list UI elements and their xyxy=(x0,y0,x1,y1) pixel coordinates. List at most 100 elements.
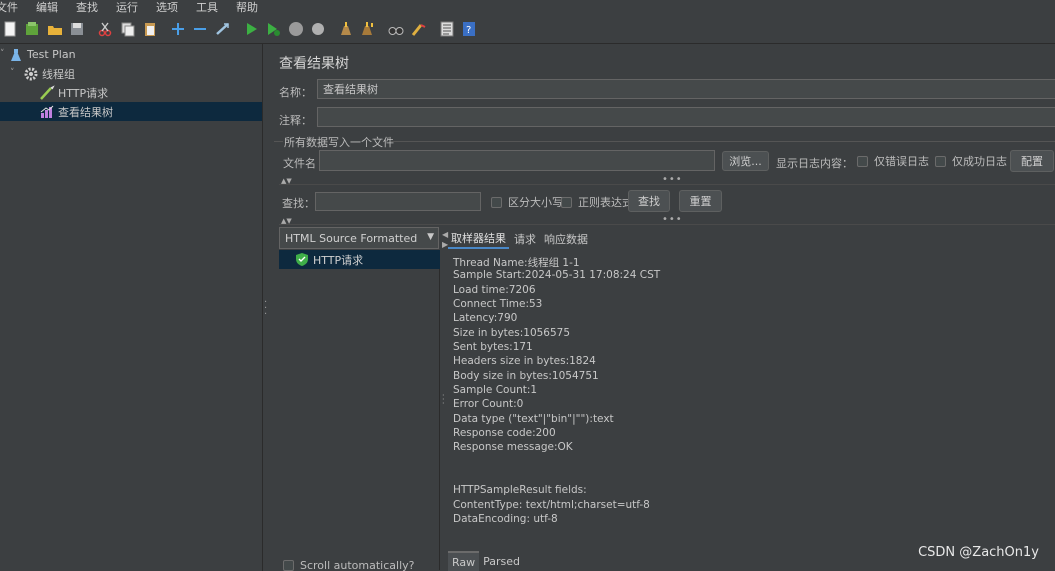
case-sensitive-checkbox[interactable]: 区分大小写 xyxy=(491,194,563,210)
tree-item-thread-group[interactable]: 线程组 xyxy=(23,64,263,83)
sampler-result-detail: Thread Name:线程组 1-1 Sample Start:2024-05… xyxy=(448,250,1055,550)
renderer-select[interactable]: HTML Source Formatted ▼ xyxy=(279,227,439,249)
divider xyxy=(279,224,1055,225)
search-input[interactable] xyxy=(315,192,481,211)
open-icon[interactable] xyxy=(45,19,65,39)
templates-icon[interactable] xyxy=(22,19,42,39)
menu-bar: 文件 编辑 查找 运行 选项 工具 帮助 xyxy=(0,0,1055,15)
filename-label: 文件名 xyxy=(283,157,316,170)
cut-icon[interactable] xyxy=(95,19,115,39)
watermark: CSDN @ZachOn1y xyxy=(918,545,1039,560)
checkbox-box[interactable] xyxy=(491,196,502,208)
clear-all-icon[interactable] xyxy=(358,19,378,39)
menu-edit[interactable]: 编辑 xyxy=(36,1,58,14)
comment-field[interactable] xyxy=(317,107,1055,127)
page-title: 查看结果树 xyxy=(279,56,349,72)
detail-line: Thread Name:线程组 1-1 xyxy=(453,257,580,269)
tree-item-label: Test Plan xyxy=(27,48,76,61)
success-only-label: 仅成功日志 xyxy=(952,155,1007,168)
detail-line: Sample Start:2024-05-31 17:08:24 CST xyxy=(453,269,661,281)
tree-item-label: 线程组 xyxy=(42,67,75,81)
start-icon[interactable] xyxy=(241,19,261,39)
detail-line: DataEncoding: utf-8 xyxy=(453,513,558,525)
find-button[interactable]: 查找 xyxy=(628,190,670,212)
detail-line: Load time:7206 xyxy=(453,284,536,296)
tab-request[interactable]: 请求 xyxy=(511,229,539,249)
reset-button[interactable]: 重置 xyxy=(679,190,722,212)
tab-raw[interactable]: Raw xyxy=(448,551,480,571)
renderer-selected-value: HTML Source Formatted xyxy=(285,231,418,245)
detail-line: Error Count:0 xyxy=(453,398,524,410)
success-shield-icon xyxy=(295,253,309,267)
view-mode-tabs: Raw Parsed xyxy=(448,551,524,571)
save-icon[interactable] xyxy=(67,19,87,39)
menu-search[interactable]: 查找 xyxy=(76,1,98,14)
copy-icon[interactable] xyxy=(118,19,138,39)
detail-line: Data type ("text"|"bin"|""):text xyxy=(453,413,614,425)
tree-item-view-results-tree[interactable]: 查看结果树 xyxy=(0,102,262,121)
checkbox-box[interactable] xyxy=(935,155,946,167)
search-binoculars-icon[interactable] xyxy=(386,19,406,39)
menu-options[interactable]: 选项 xyxy=(156,1,178,14)
search-label: 查找： xyxy=(282,197,315,210)
reset-search-icon[interactable] xyxy=(409,19,429,39)
http-sampler-pen-icon xyxy=(39,84,55,101)
group-border xyxy=(274,141,283,142)
menu-help[interactable]: 帮助 xyxy=(236,1,258,14)
errors-only-label: 仅错误日志 xyxy=(874,155,929,168)
menu-tools[interactable]: 工具 xyxy=(196,1,218,14)
paste-icon[interactable] xyxy=(140,19,160,39)
test-plan-icon xyxy=(8,47,24,63)
comment-label: 注释： xyxy=(279,114,312,127)
result-item-label: HTTP请求 xyxy=(313,253,364,267)
detail-line: ContentType: text/html;charset=utf-8 xyxy=(453,499,650,511)
splitter-handle[interactable]: · · · xyxy=(442,392,445,408)
tree-item-test-plan[interactable]: Test Plan xyxy=(8,45,258,64)
new-icon[interactable] xyxy=(0,19,20,39)
detail-line: Connect Time:53 xyxy=(453,298,543,310)
browse-button[interactable]: 浏览... xyxy=(722,151,769,171)
expand-icon[interactable] xyxy=(168,19,188,39)
start-no-pause-icon[interactable] xyxy=(263,19,283,39)
function-helper-icon[interactable] xyxy=(437,19,457,39)
detail-line: Sent bytes:171 xyxy=(453,341,533,353)
group-border xyxy=(391,141,1055,142)
toggle-icon[interactable] xyxy=(213,19,233,39)
menu-file[interactable]: 文件 xyxy=(0,1,18,14)
clear-icon[interactable] xyxy=(336,19,356,39)
collapse-icon[interactable] xyxy=(190,19,210,39)
shutdown-icon[interactable] xyxy=(308,19,328,39)
test-plan-tree: ˅ Test Plan ˅ 线程组 HTTP请求 查看结果树 xyxy=(0,44,263,571)
detail-line: Response code:200 xyxy=(453,427,556,439)
results-tree-panel: 查看结果树 名称： 查看结果树 注释： 所有数据写入一个文件 文件名 浏览...… xyxy=(270,44,1055,571)
checkbox-box[interactable] xyxy=(561,196,572,208)
results-tree-icon xyxy=(39,104,55,120)
tab-response-data[interactable]: 响应数据 xyxy=(541,229,591,249)
errors-only-checkbox[interactable]: 仅错误日志 xyxy=(857,153,929,169)
checkbox-box[interactable] xyxy=(857,155,868,167)
divider xyxy=(279,184,1055,185)
tree-item-http-request[interactable]: HTTP请求 xyxy=(39,83,263,102)
log-display-label: 显示日志内容： xyxy=(776,157,853,170)
regex-checkbox[interactable]: 正则表达式 xyxy=(561,194,633,210)
tab-parsed[interactable]: Parsed xyxy=(479,551,524,571)
name-field[interactable]: 查看结果树 xyxy=(317,79,1055,99)
stop-icon[interactable] xyxy=(286,19,306,39)
tab-sampler-result[interactable]: 取样器结果 xyxy=(448,229,509,249)
filename-field[interactable] xyxy=(319,150,715,171)
splitter-handle[interactable]: · · · xyxy=(264,298,268,320)
configure-button[interactable]: 配置 xyxy=(1010,150,1054,172)
detail-line: Response message:OK xyxy=(453,441,573,453)
success-only-checkbox[interactable]: 仅成功日志 xyxy=(935,153,1007,169)
file-group-label: 所有数据写入一个文件 xyxy=(284,136,394,149)
menu-run[interactable]: 运行 xyxy=(116,1,138,14)
help-icon[interactable]: ? xyxy=(459,19,479,39)
checkbox-box[interactable] xyxy=(283,560,294,571)
chevron-down-icon[interactable]: ˅ xyxy=(0,49,5,59)
chevron-down-icon[interactable]: ˅ xyxy=(10,68,15,78)
tree-item-label: HTTP请求 xyxy=(58,86,109,100)
svg-text:?: ? xyxy=(466,25,471,36)
detail-line: Sample Count:1 xyxy=(453,384,538,396)
scroll-automatically-checkbox[interactable]: Scroll automatically? xyxy=(283,559,414,571)
list-item[interactable]: HTTP请求 xyxy=(279,250,440,269)
